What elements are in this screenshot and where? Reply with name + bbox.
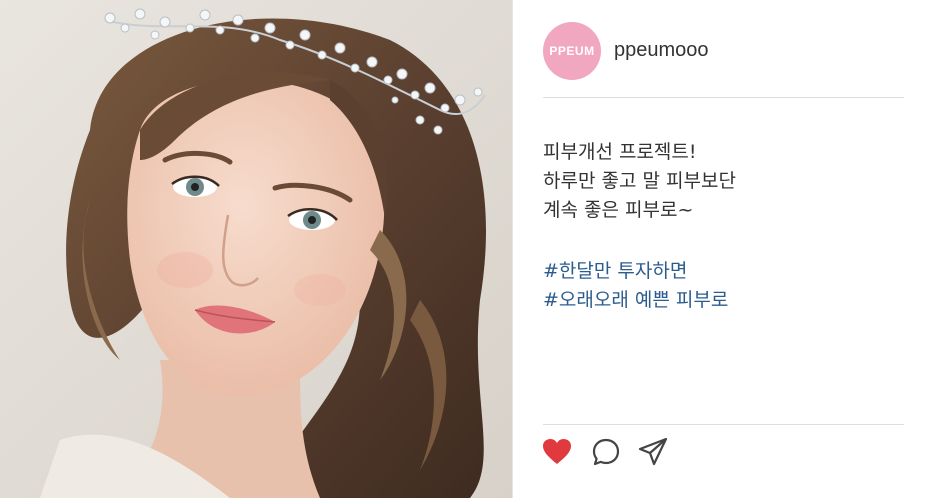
- avatar-text: PPEUM: [549, 44, 595, 58]
- avatar[interactable]: PPEUM: [543, 22, 601, 80]
- heart-icon[interactable]: [541, 436, 573, 468]
- post-header: PPEUM ppeumooo: [543, 22, 904, 98]
- hashtag-link[interactable]: #한달만 투자하면: [543, 257, 903, 286]
- divider: [543, 424, 904, 425]
- paper-plane-icon[interactable]: [637, 436, 669, 468]
- post-panel: PPEUM ppeumooo 피부개선 프로젝트! 하루만 좋고 말 피부보단 …: [512, 0, 925, 498]
- caption-line: 하루만 좋고 말 피부보단: [543, 170, 736, 192]
- hashtag-link[interactable]: #오래오래 예쁜 피부로: [543, 286, 903, 315]
- post-caption: 피부개선 프로젝트! 하루만 좋고 말 피부보단 계속 좋은 피부로~: [543, 138, 903, 225]
- username[interactable]: ppeumooo: [614, 39, 709, 62]
- hashtags: #한달만 투자하면 #오래오래 예쁜 피부로: [543, 257, 903, 315]
- caption-line: 피부개선 프로젝트!: [543, 141, 697, 163]
- caption-line: 계속 좋은 피부로~: [543, 199, 694, 221]
- post-photo: [0, 0, 512, 498]
- comment-bubble-icon[interactable]: [590, 436, 622, 468]
